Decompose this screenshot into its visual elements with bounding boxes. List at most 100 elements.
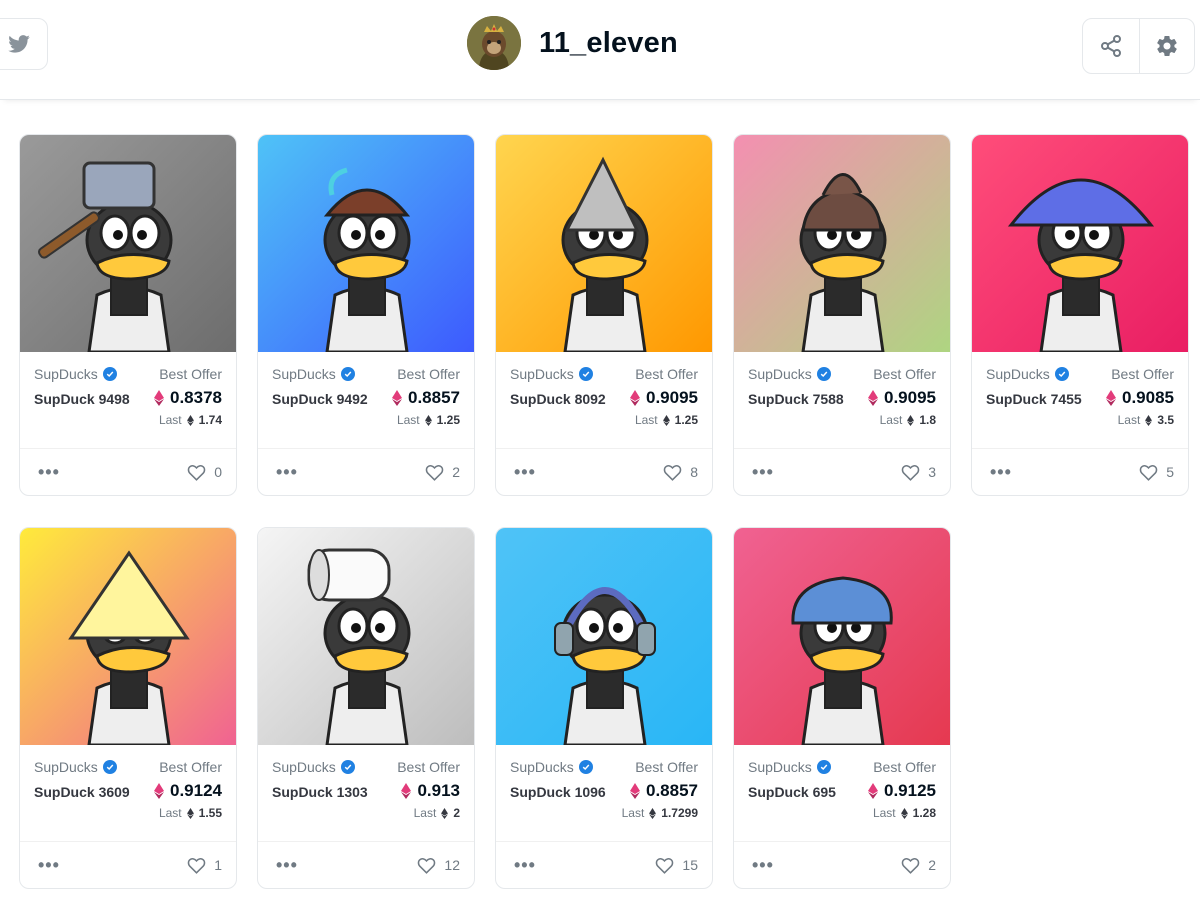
favorite-button[interactable]: 2 [901,857,936,874]
card-footer: ••• 8 [496,449,712,495]
best-offer-label: Best Offer [159,366,222,382]
nft-card[interactable]: SupDucks SupDuck 1303 Best Offer 0.913 L… [257,527,475,889]
nft-name[interactable]: SupDuck 9498 [34,389,139,409]
nft-card[interactable]: SupDucks SupDuck 9492 Best Offer 0.8857 … [257,134,475,496]
verified-icon [578,367,593,381]
nft-image[interactable] [496,135,712,352]
favorite-button[interactable]: 2 [425,464,460,481]
last-sale: Last 1.55 [158,806,222,820]
nft-name[interactable]: SupDuck 8092 [510,389,615,409]
verified-icon [102,760,117,774]
nft-name[interactable]: SupDuck 1303 [272,782,377,802]
more-options-button[interactable]: ••• [990,462,1012,483]
more-options-button[interactable]: ••• [38,855,60,876]
favorite-button[interactable]: 8 [663,464,698,481]
eth-icon [630,783,640,799]
card-footer: ••• 5 [972,449,1188,495]
like-count: 12 [444,857,460,873]
collection-name[interactable]: SupDucks [272,759,377,775]
like-count: 2 [928,857,936,873]
favorite-button[interactable]: 12 [417,857,460,874]
nft-card[interactable]: SupDucks SupDuck 7588 Best Offer 0.9095 … [733,134,951,496]
card-footer: ••• 12 [258,842,474,888]
favorite-button[interactable]: 0 [187,464,222,481]
settings-button[interactable] [1138,19,1195,73]
best-offer-label: Best Offer [635,759,698,775]
username: 11_eleven [539,26,678,59]
more-options-button[interactable]: ••• [514,462,536,483]
nft-name[interactable]: SupDuck 7588 [748,389,853,409]
last-sale: Last 1.8 [879,413,936,427]
last-sale: Last 1.28 [872,806,936,820]
ape-avatar[interactable] [467,16,521,70]
verified-icon [816,367,831,381]
eth-icon [401,783,412,799]
nft-image[interactable] [258,135,474,352]
nft-name[interactable]: SupDuck 1096 [510,782,615,802]
best-offer-label: Best Offer [397,366,460,382]
more-options-button[interactable]: ••• [276,462,298,483]
collection-name[interactable]: SupDucks [986,366,1091,382]
verified-icon [102,367,117,381]
more-options-button[interactable]: ••• [752,462,774,483]
collection-name[interactable]: SupDucks [748,366,853,382]
best-offer-price: 0.9095 [868,388,936,408]
eth-icon [900,807,908,819]
twitter-button[interactable] [0,18,48,70]
nft-name[interactable]: SupDuck 695 [748,782,853,802]
favorite-button[interactable]: 3 [901,464,936,481]
collection-name[interactable]: SupDucks [34,759,139,775]
nft-card[interactable]: SupDucks SupDuck 8092 Best Offer 0.9095 … [495,134,713,496]
nft-card[interactable]: SupDucks SupDuck 695 Best Offer 0.9125 L… [733,527,951,889]
nft-card[interactable]: SupDucks SupDuck 7455 Best Offer 0.9085 … [971,134,1189,496]
nft-name[interactable]: SupDuck 7455 [986,389,1091,409]
eth-icon [186,807,194,819]
twitter-icon [8,35,30,53]
collection-name[interactable]: SupDucks [748,759,853,775]
share-button[interactable] [1083,19,1139,73]
last-sale: Last 1.74 [158,413,222,427]
like-count: 5 [1166,464,1174,480]
favorite-button[interactable]: 15 [655,857,698,874]
nft-image[interactable] [258,528,474,745]
collection-name[interactable]: SupDucks [272,366,377,382]
card-footer: ••• 3 [734,449,950,495]
eth-icon [154,390,164,406]
more-options-button[interactable]: ••• [38,462,60,483]
eth-icon [441,807,449,819]
nft-image[interactable] [20,135,236,352]
more-options-button[interactable]: ••• [514,855,536,876]
best-offer-price: 0.9095 [630,388,698,408]
best-offer-price: 0.913 [397,781,460,801]
nft-card[interactable]: SupDucks SupDuck 3609 Best Offer 0.9124 … [19,527,237,889]
heart-icon [187,857,206,874]
nft-name[interactable]: SupDuck 3609 [34,782,139,802]
more-options-button[interactable]: ••• [276,855,298,876]
collection-name[interactable]: SupDucks [510,759,615,775]
heart-icon [656,857,674,874]
nft-card[interactable]: SupDucks SupDuck 1096 Best Offer 0.8857 … [495,527,713,889]
last-sale: Last 1.25 [396,413,460,427]
collection-name[interactable]: SupDucks [34,366,139,382]
best-offer-label: Best Offer [873,759,936,775]
eth-icon [154,783,164,799]
nft-image[interactable] [20,528,236,745]
best-offer-price: 0.9125 [868,781,936,801]
card-info: SupDucks SupDuck 7455 Best Offer 0.9085 … [972,352,1188,449]
nft-image[interactable] [496,528,712,745]
favorite-button[interactable]: 5 [1139,464,1174,481]
collection-name[interactable]: SupDucks [510,366,615,382]
favorite-button[interactable]: 1 [187,857,222,874]
card-info: SupDucks SupDuck 1096 Best Offer 0.8857 … [496,745,712,842]
share-icon [1100,35,1121,57]
more-options-button[interactable]: ••• [752,855,774,876]
nft-image[interactable] [734,135,950,352]
nft-name[interactable]: SupDuck 9492 [272,389,377,409]
eth-icon [1145,414,1153,426]
nft-card[interactable]: SupDucks SupDuck 9498 Best Offer 0.8378 … [19,134,237,496]
nft-image[interactable] [972,135,1188,352]
nft-image[interactable] [734,528,950,745]
card-footer: ••• 2 [258,449,474,495]
last-sale: Last 1.25 [634,413,698,427]
gear-icon [1156,36,1177,56]
